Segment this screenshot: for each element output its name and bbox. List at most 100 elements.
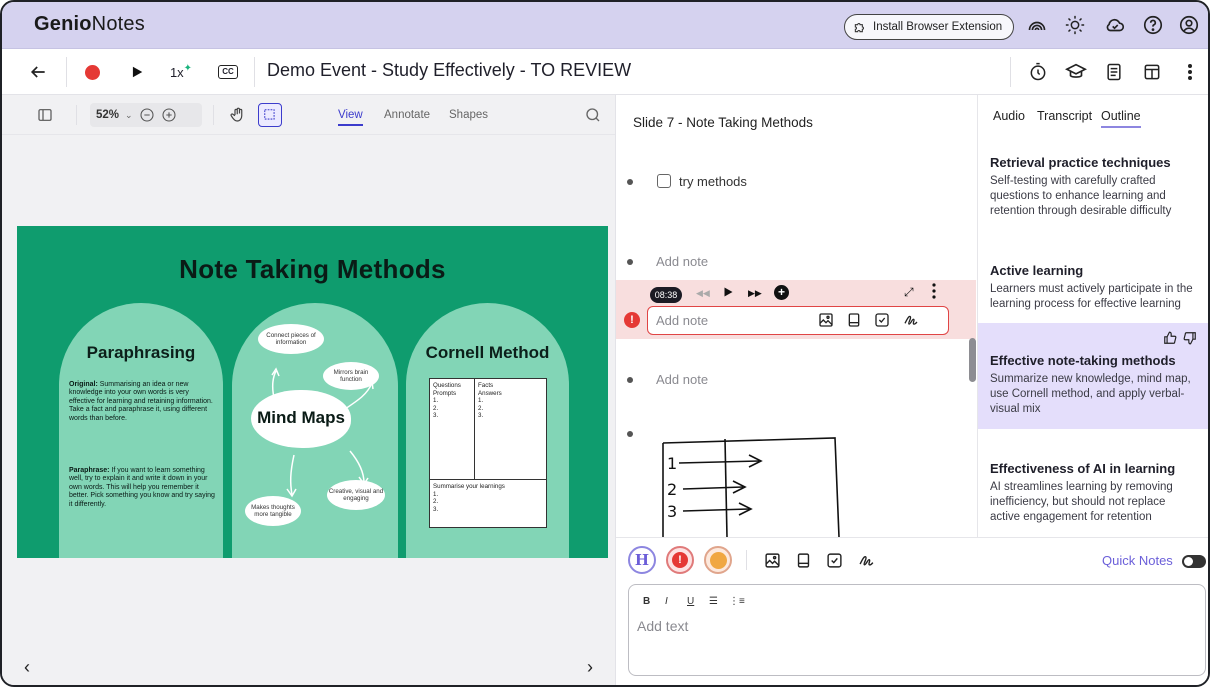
- cornell-left-col: Questions Prompts 1. 2. 3.: [433, 382, 461, 420]
- captions-button[interactable]: CC: [216, 49, 240, 95]
- numbered-list-icon[interactable]: ⋮≡: [729, 596, 745, 607]
- alert-icon: !: [624, 312, 640, 328]
- zoom-select[interactable]: 52% ⌄: [90, 103, 202, 127]
- account-icon[interactable]: [1178, 14, 1200, 36]
- fast-forward-icon[interactable]: ▶▶: [748, 288, 762, 299]
- scribble-icon[interactable]: [902, 312, 920, 328]
- italic-button[interactable]: I: [665, 596, 668, 607]
- add-note-field[interactable]: Add note: [656, 372, 708, 387]
- speed-button[interactable]: 1x ✦: [166, 49, 196, 95]
- outline-card[interactable]: Effectiveness of AI in learning AI strea…: [978, 461, 1208, 525]
- zoom-in-icon[interactable]: [161, 107, 177, 123]
- quick-notes-toggle[interactable]: [1182, 555, 1206, 568]
- notes-scrollbar[interactable]: [969, 338, 976, 382]
- puzzle-icon: [853, 20, 867, 34]
- broadcast-icon[interactable]: [1026, 14, 1048, 36]
- feedback-buttons: [1163, 331, 1197, 345]
- cornell-template: Questions Prompts 1. 2. 3. Facts Answers 1. 2. 3…: [429, 378, 547, 528]
- checkbox-icon[interactable]: [874, 312, 890, 328]
- thumbs-up-icon[interactable]: [1163, 331, 1177, 345]
- outline-title: Effective note-taking methods: [990, 353, 1176, 368]
- play-icon[interactable]: [722, 286, 734, 298]
- quick-note-editor: H ! Quick Notes B I U ☰ ⋮≡ Add text: [616, 537, 1208, 685]
- document-icon[interactable]: [1102, 49, 1126, 95]
- confused-button[interactable]: [704, 546, 732, 574]
- timer-icon[interactable]: [1026, 49, 1050, 95]
- hand-icon[interactable]: [226, 103, 250, 127]
- note-input[interactable]: Add note: [647, 306, 949, 335]
- rewind-icon[interactable]: ◀◀: [696, 288, 710, 299]
- paraphrasing-heading: Paraphrasing: [86, 343, 196, 362]
- search-icon[interactable]: [582, 103, 604, 127]
- outline-sidebar: Audio Transcript Outline Retrieval pract…: [977, 95, 1208, 537]
- install-extension-button[interactable]: Install Browser Extension: [844, 14, 1014, 40]
- help-icon[interactable]: [1142, 14, 1164, 36]
- tab-view[interactable]: View: [338, 109, 363, 126]
- add-icon[interactable]: +: [774, 285, 789, 300]
- play-icon: [132, 66, 143, 78]
- handwriting-image[interactable]: 1 2 3: [649, 423, 853, 537]
- tab-shapes[interactable]: Shapes: [449, 109, 488, 121]
- document-title[interactable]: Demo Event - Study Effectively - TO REVI…: [267, 60, 631, 81]
- bookmark-icon[interactable]: [795, 552, 812, 569]
- bullet-list-icon[interactable]: ☰: [709, 596, 718, 607]
- app-window: GenioNotes Install Browser Extension 1x ✦…: [0, 0, 1210, 687]
- select-icon[interactable]: [258, 103, 282, 127]
- sparkle-icon: ✦: [183, 62, 193, 74]
- tab-transcript[interactable]: Transcript: [1037, 109, 1092, 123]
- note-checkbox[interactable]: [657, 174, 671, 188]
- cloud-icon[interactable]: [1104, 14, 1126, 36]
- sidebar-icon[interactable]: [32, 103, 58, 127]
- quick-notes-label: Quick Notes: [1102, 553, 1173, 568]
- scribble-icon[interactable]: [857, 552, 876, 569]
- back-arrow-icon[interactable]: [26, 49, 50, 95]
- editor-tools: [764, 552, 876, 569]
- slide-canvas[interactable]: Note Taking Methods Paraphrasing Origina…: [17, 226, 608, 558]
- bold-button[interactable]: B: [643, 596, 650, 607]
- outline-body: Self-testing with carefully crafted ques…: [990, 175, 1172, 217]
- image-icon[interactable]: [764, 552, 781, 569]
- chevron-right-icon[interactable]: ›: [587, 657, 593, 678]
- underline-button[interactable]: U: [687, 596, 694, 607]
- more-icon[interactable]: [1180, 49, 1200, 95]
- important-button[interactable]: !: [666, 546, 694, 574]
- layout-icon[interactable]: [1140, 49, 1164, 95]
- app-logo[interactable]: GenioNotes: [34, 13, 145, 36]
- note-bullet: [627, 179, 633, 185]
- outline-card[interactable]: Retrieval practice techniques Self-testi…: [978, 155, 1208, 219]
- record-button[interactable]: [82, 49, 102, 95]
- tab-annotate[interactable]: Annotate: [384, 109, 430, 121]
- slide-title: Note Taking Methods: [179, 254, 446, 284]
- heading-button[interactable]: H: [628, 546, 656, 574]
- chevron-left-icon[interactable]: ‹: [24, 657, 30, 678]
- outline-title: Effectiveness of AI in learning: [990, 461, 1176, 476]
- graduation-cap-icon[interactable]: [1064, 49, 1088, 95]
- play-button[interactable]: [128, 49, 146, 95]
- note-bullet: [627, 259, 633, 265]
- timestamp-badge[interactable]: 08:38: [650, 287, 682, 303]
- outline-card[interactable]: Active learning Learners must actively p…: [978, 263, 1208, 312]
- expand-icon[interactable]: ⤢: [904, 285, 914, 300]
- handwritten-list: 1 2 3: [662, 437, 840, 537]
- image-icon[interactable]: [818, 312, 834, 328]
- note-bullet: [627, 377, 633, 383]
- add-note-field[interactable]: Add note: [656, 254, 708, 269]
- paraphrasing-original: Original: Summarising an idea or new kno…: [69, 381, 213, 422]
- cloud-tangible: Makes thoughts more tangible: [245, 496, 301, 526]
- mindmaps-heading: Mind Maps: [257, 408, 345, 427]
- handwriting-number: 2: [667, 480, 677, 499]
- checkbox-icon[interactable]: [826, 552, 843, 569]
- more-icon[interactable]: [932, 283, 936, 299]
- tab-outline[interactable]: Outline: [1101, 109, 1141, 128]
- thumbs-down-icon[interactable]: [1183, 331, 1197, 345]
- cloud-mirrors: Mirrors brain function: [323, 362, 379, 390]
- toolbar: 1x ✦ CC Demo Event - Study Effectively - …: [2, 49, 1208, 95]
- note-text[interactable]: try methods: [679, 174, 747, 189]
- sun-icon[interactable]: [1064, 14, 1086, 36]
- bookmark-icon[interactable]: [846, 312, 862, 328]
- cornell-summary: Summarise your learnings 1. 2. 3.: [433, 483, 505, 513]
- zoom-out-icon[interactable]: [139, 107, 155, 123]
- outline-card-highlighted[interactable]: Effective note-taking methods Summarize …: [978, 323, 1208, 429]
- tab-audio[interactable]: Audio: [993, 109, 1025, 123]
- note-editor-box[interactable]: B I U ☰ ⋮≡ Add text: [628, 584, 1206, 676]
